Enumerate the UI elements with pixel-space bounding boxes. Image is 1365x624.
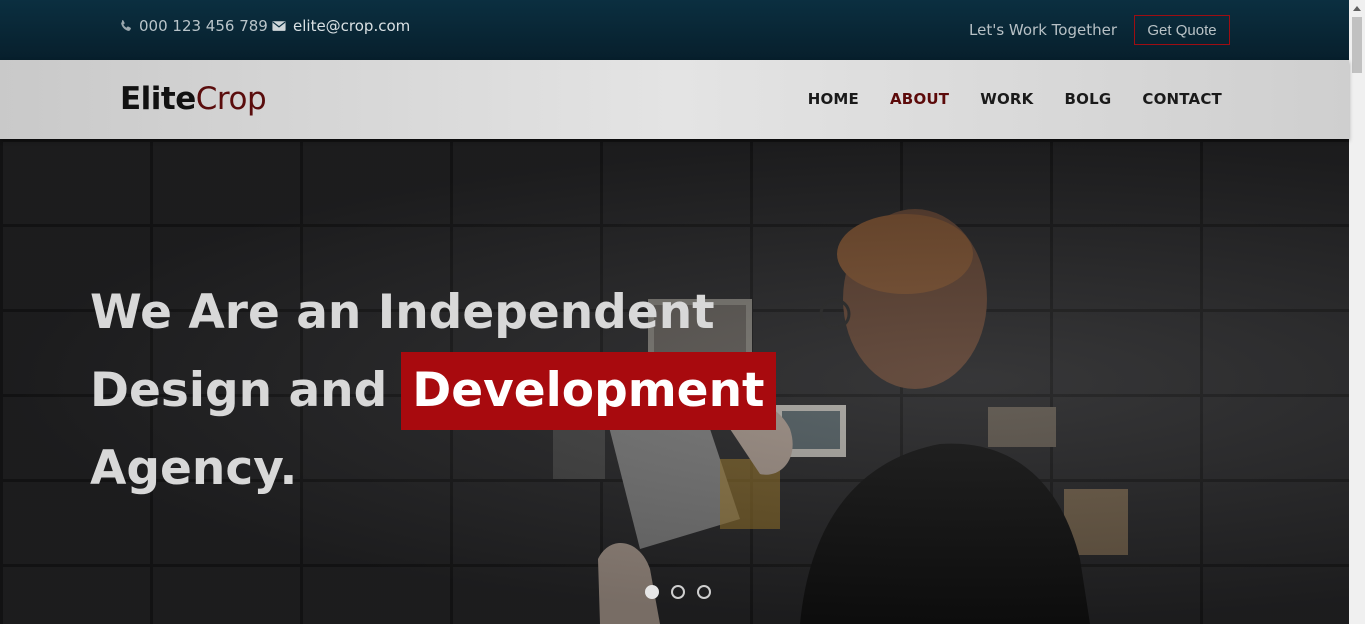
hero-headline: We Are an Independent Design and Develop… <box>90 274 776 508</box>
page-scrollbar[interactable] <box>1349 0 1365 624</box>
top-contact-bar: 000 123 456 789 elite@crop.com Let's Wor… <box>0 0 1349 60</box>
slider-dot-2[interactable] <box>671 585 685 599</box>
nav-home[interactable]: HOME <box>808 90 859 108</box>
slider-dot-1[interactable] <box>645 585 659 599</box>
logo-part-crop: Crop <box>195 81 267 117</box>
nav-contact[interactable]: CONTACT <box>1142 90 1222 108</box>
email-address[interactable]: elite@crop.com <box>293 17 410 35</box>
headline-line-2: Design and Development <box>90 352 776 430</box>
slider-dot-3[interactable] <box>697 585 711 599</box>
phone-contact: 000 123 456 789 <box>119 17 268 35</box>
headline-line-1: We Are an Independent <box>90 285 715 340</box>
phone-number: 000 123 456 789 <box>139 17 268 35</box>
headline-line-3: Agency. <box>90 441 298 496</box>
get-quote-button[interactable]: Get Quote <box>1134 15 1230 45</box>
envelope-icon <box>272 21 286 31</box>
phone-icon <box>121 20 131 31</box>
nav-about[interactable]: ABOUT <box>890 90 949 108</box>
site-logo[interactable]: EliteCrop <box>120 81 267 117</box>
logo-part-elite: Elite <box>120 81 196 117</box>
slider-pagination <box>645 585 711 599</box>
primary-nav: HOME ABOUT WORK BOLG CONTACT <box>808 90 1222 108</box>
headline-highlight: Development <box>401 352 776 430</box>
nav-bolg[interactable]: BOLG <box>1065 90 1112 108</box>
hero-slider: We Are an Independent Design and Develop… <box>0 139 1349 624</box>
headline-line-2-prefix: Design and <box>90 363 388 418</box>
nav-work[interactable]: WORK <box>980 90 1033 108</box>
main-navbar: EliteCrop HOME ABOUT WORK BOLG CONTACT <box>0 60 1349 139</box>
scroll-up-arrow-icon[interactable] <box>1349 0 1365 16</box>
lets-work-together-link[interactable]: Let's Work Together <box>969 21 1117 39</box>
scrollbar-thumb[interactable] <box>1352 17 1362 73</box>
email-contact[interactable]: elite@crop.com <box>271 17 410 35</box>
